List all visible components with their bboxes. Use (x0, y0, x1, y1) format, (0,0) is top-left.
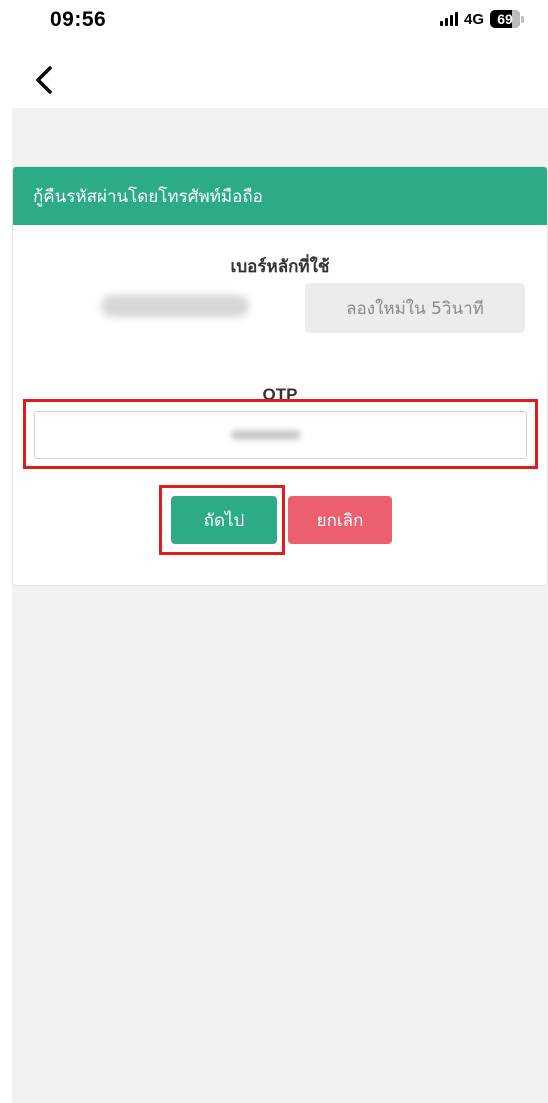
battery-level: 69 (497, 11, 513, 27)
chevron-left-icon (36, 66, 52, 94)
next-button[interactable]: ถัดไป (171, 496, 277, 544)
recovery-card: กู้คืนรหัสผ่านโดยโทรศัพท์มือถือ เบอร์หลั… (12, 166, 548, 586)
retry-button[interactable]: ลองใหม่ใน 5วินาที (305, 283, 525, 333)
nav-bar (0, 52, 548, 108)
status-time: 09:56 (50, 8, 107, 31)
battery-icon: 69 (490, 10, 524, 28)
cancel-button[interactable]: ยกเลิก (288, 496, 392, 544)
signal-icon (439, 12, 458, 26)
status-indicators: 4G 69 (439, 10, 524, 28)
phone-label: เบอร์หลักที่ใช้ (230, 257, 330, 277)
phone-number-redacted (101, 295, 249, 317)
network-type: 4G (463, 10, 484, 28)
back-button[interactable] (26, 62, 62, 98)
status-bar: 09:56 4G 69 (0, 0, 548, 44)
card-title: กู้คืนรหัสผ่านโดยโทรศัพท์มือถือ (13, 167, 547, 225)
otp-input[interactable] (34, 411, 527, 459)
